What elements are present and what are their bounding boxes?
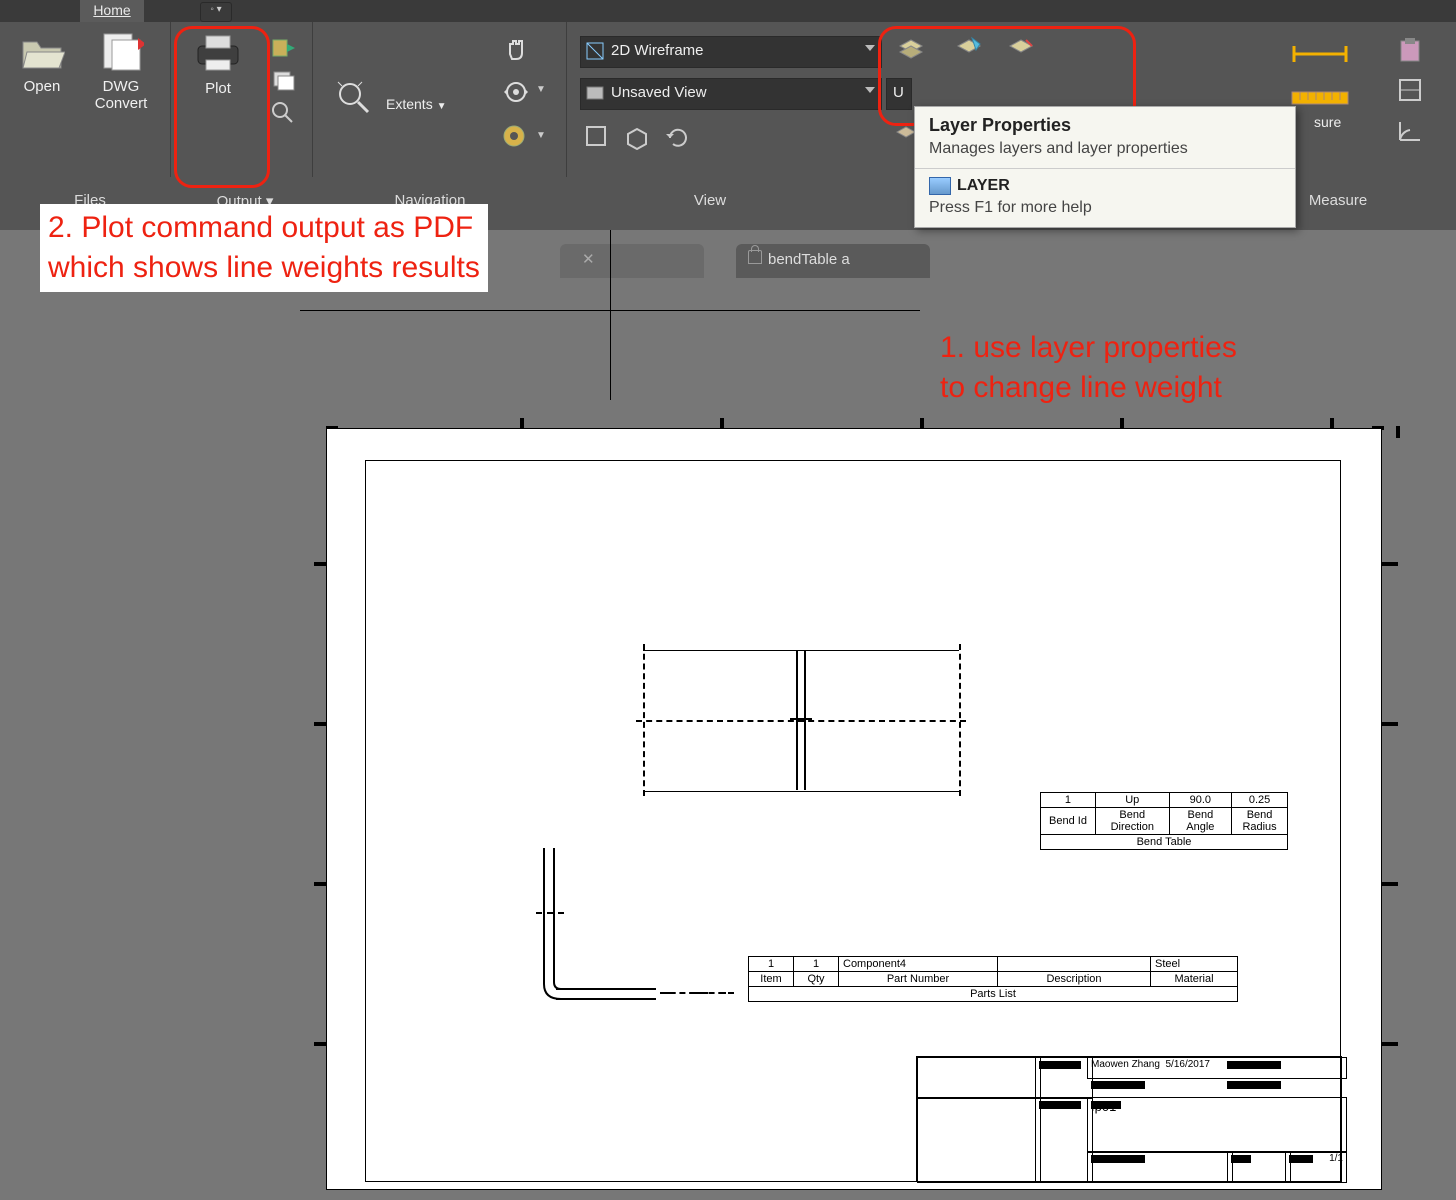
area-icon[interactable]: [1396, 76, 1424, 104]
view-update-icon[interactable]: [664, 124, 690, 150]
zoom-extents-icon[interactable]: [336, 80, 376, 120]
parts-list-table: 11Component4Steel ItemQtyPart NumberDesc…: [748, 956, 1238, 1002]
named-view-combo[interactable]: Unsaved View: [580, 78, 882, 110]
open-label: Open: [24, 78, 61, 95]
wireframe-icon: [585, 41, 605, 61]
doc-tab-inactive[interactable]: bendTable a: [736, 244, 930, 278]
panel-measure: Measure: [1288, 192, 1388, 222]
annotation-1: 1. use layer propertiesto change line we…: [940, 328, 1237, 408]
callout-plot-highlight: [174, 26, 270, 188]
ribbon-expand-icon[interactable]: ◦ ▾: [200, 2, 232, 22]
output-batch-icon[interactable]: [270, 68, 296, 92]
dwg-convert-label: DWG Convert: [95, 78, 148, 112]
clipboard-icon[interactable]: [1396, 36, 1424, 64]
annotation-2: 2. Plot command output as PDFwhich shows…: [40, 204, 488, 292]
steering-wheel-icon[interactable]: [500, 122, 534, 152]
view-icon: [585, 83, 605, 103]
angle-icon[interactable]: [1396, 116, 1424, 144]
output-export-icon[interactable]: [270, 36, 296, 60]
crosshair-v: [610, 230, 611, 400]
tooltip-title: Layer Properties: [915, 107, 1295, 140]
tooltip-help: Press F1 for more help: [915, 199, 1295, 227]
measure-label-partial: sure: [1314, 114, 1341, 130]
pan-icon[interactable]: [500, 36, 534, 66]
tooltip-body: Manages layers and layer properties: [915, 140, 1295, 168]
ruler-icon[interactable]: [1290, 90, 1350, 108]
close-icon[interactable]: ✕: [582, 244, 595, 276]
dwg-convert-button[interactable]: DWG Convert: [82, 30, 160, 112]
tooltip-command: LAYER: [915, 169, 1295, 199]
ribbon-tabbar: Home ◦ ▾: [0, 0, 1456, 22]
measure-distance-icon[interactable]: [1290, 42, 1350, 68]
visual-style-combo[interactable]: 2D Wireframe: [580, 36, 882, 68]
title-block: Maowen Zhang 5/16/2017 fp01 1/1: [916, 1056, 1342, 1182]
bend-corner-icon: [543, 972, 567, 1000]
view-cube-icon[interactable]: [624, 124, 650, 150]
bend-table: 1Up90.00.25 Bend IdBend DirectionBend An…: [1040, 792, 1288, 850]
wheel-dropdown-icon[interactable]: ▼: [536, 130, 546, 141]
view-base-icon[interactable]: [584, 124, 610, 150]
open-button[interactable]: Open: [10, 30, 74, 95]
lock-icon: [748, 250, 762, 264]
tab-home[interactable]: Home: [80, 0, 144, 22]
orbit-dropdown-icon[interactable]: ▼: [536, 84, 546, 95]
dwg-convert-icon: [98, 30, 144, 72]
doc-tab-active[interactable]: ✕: [560, 244, 704, 278]
orbit-icon[interactable]: [500, 78, 534, 108]
output-find-icon[interactable]: [270, 100, 296, 124]
panel-view: View: [670, 192, 750, 222]
extents-button[interactable]: Extents ▼: [386, 96, 447, 112]
folder-open-icon: [19, 30, 65, 72]
tooltip-layer-properties: Layer Properties Manages layers and laye…: [914, 106, 1296, 228]
layer-small-icon: [929, 177, 951, 195]
